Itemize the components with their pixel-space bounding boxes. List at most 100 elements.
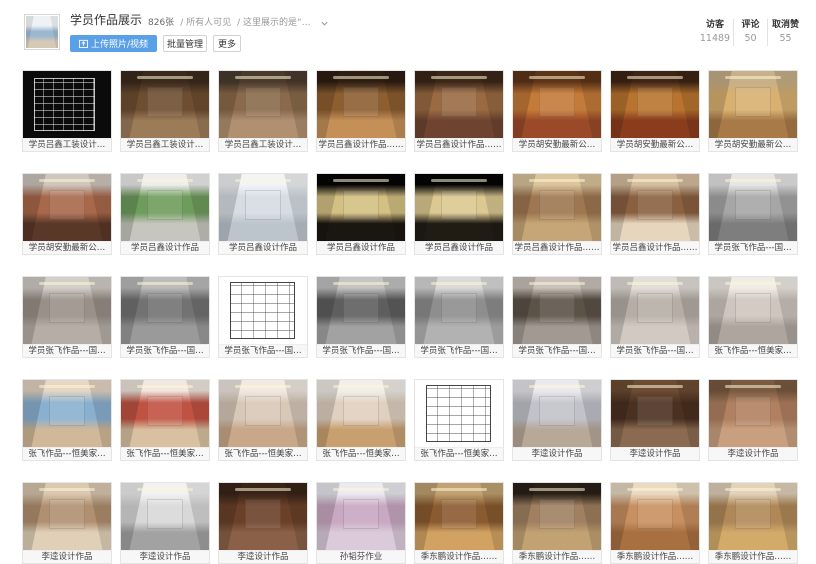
photo-caption: 学员张飞作品---国… xyxy=(23,344,111,357)
stat-likes-value: 55 xyxy=(779,33,792,44)
photo-tile[interactable]: 季东鹏设计作品…… xyxy=(512,482,602,564)
photo-tile[interactable]: 学员张飞作品---国… xyxy=(22,276,112,358)
photo-tile[interactable]: 学员吕鑫设计作品 xyxy=(120,173,210,255)
photo-thumbnail[interactable] xyxy=(709,483,797,550)
photo-thumbnail[interactable] xyxy=(709,380,797,447)
photo-tile[interactable]: 张飞作品---恒美家… xyxy=(218,379,308,461)
photo-thumbnail[interactable] xyxy=(23,174,111,241)
photo-tile[interactable]: 学员吕鑫设计作品…… xyxy=(512,173,602,255)
photo-thumbnail[interactable] xyxy=(23,71,111,138)
photo-thumbnail[interactable] xyxy=(513,483,601,550)
photo-thumbnail[interactable] xyxy=(513,380,601,447)
photo-thumbnail[interactable] xyxy=(709,277,797,344)
photo-thumbnail[interactable] xyxy=(415,483,503,550)
photo-tile[interactable]: 学员胡安勤最新公… xyxy=(22,173,112,255)
photo-tile[interactable]: 季东鹏设计作品…… xyxy=(414,482,504,564)
photo-thumbnail[interactable] xyxy=(611,277,699,344)
photo-thumbnail[interactable] xyxy=(121,174,209,241)
photo-tile[interactable]: 学员张飞作品---国… xyxy=(708,173,798,255)
photo-tile[interactable]: 孙韬芬作业 xyxy=(316,482,406,564)
photo-tile[interactable]: 学员吕鑫设计作品 xyxy=(414,173,504,255)
photo-tile[interactable]: 学员胡安勤最新公… xyxy=(512,70,602,152)
photo-caption: 学员吕鑫设计作品…… xyxy=(317,138,405,151)
photo-tile[interactable]: 张飞作品---恒美家… xyxy=(120,379,210,461)
photo-tile[interactable]: 学员胡安勤最新公… xyxy=(610,70,700,152)
photo-thumbnail[interactable] xyxy=(611,483,699,550)
photo-tile[interactable]: 张飞作品---恒美家… xyxy=(22,379,112,461)
photo-tile[interactable]: 学员吕鑫设计作品 xyxy=(218,173,308,255)
photo-thumbnail[interactable] xyxy=(121,71,209,138)
photo-tile[interactable]: 学员胡安勤最新公… xyxy=(708,70,798,152)
photo-tile[interactable]: 学员吕鑫设计作品 xyxy=(316,173,406,255)
photo-thumbnail[interactable] xyxy=(23,483,111,550)
more-button[interactable]: 更多 xyxy=(213,35,241,52)
upload-button-label: 上传照片/视频 xyxy=(90,40,149,50)
photo-caption: 张飞作品---恒美家… xyxy=(317,447,405,460)
chevron-down-icon[interactable] xyxy=(320,18,330,28)
photo-tile[interactable]: 李逵设计作品 xyxy=(120,482,210,564)
photo-caption: 学员胡安勤最新公… xyxy=(709,138,797,151)
photo-tile[interactable]: 学员张飞作品---国… xyxy=(414,276,504,358)
stat-comments-value: 50 xyxy=(744,33,757,44)
photo-thumbnail[interactable] xyxy=(219,277,307,344)
photo-tile[interactable]: 张飞作品---恒美家… xyxy=(316,379,406,461)
photo-thumbnail[interactable] xyxy=(121,380,209,447)
photo-thumbnail[interactable] xyxy=(317,483,405,550)
photo-tile[interactable]: 学员吕鑫设计作品…… xyxy=(610,173,700,255)
photo-tile[interactable]: 季东鹏设计作品…… xyxy=(610,482,700,564)
photo-thumbnail[interactable] xyxy=(513,174,601,241)
photo-thumbnail[interactable] xyxy=(317,174,405,241)
photo-caption: 学员胡安勤最新公… xyxy=(513,138,601,151)
photo-tile[interactable]: 学员张飞作品---国… xyxy=(610,276,700,358)
stat-likes[interactable]: 取消赞 55 xyxy=(767,19,803,46)
photo-caption: 学员吕鑫设计作品 xyxy=(317,241,405,254)
photo-thumbnail[interactable] xyxy=(317,277,405,344)
upload-button[interactable]: 上传照片/视频 xyxy=(70,35,157,52)
photo-thumbnail[interactable] xyxy=(219,174,307,241)
photo-thumbnail[interactable] xyxy=(611,71,699,138)
photo-tile[interactable]: 张飞作品---恒美家… xyxy=(414,379,504,461)
batch-manage-button[interactable]: 批量管理 xyxy=(163,35,207,52)
photo-tile[interactable]: 李逵设计作品 xyxy=(22,482,112,564)
photo-thumbnail[interactable] xyxy=(415,380,503,447)
photo-tile[interactable]: 学员张飞作品---国… xyxy=(218,276,308,358)
photo-thumbnail[interactable] xyxy=(415,71,503,138)
photo-thumbnail[interactable] xyxy=(317,380,405,447)
photo-thumbnail[interactable] xyxy=(121,483,209,550)
photo-tile[interactable]: 学员吕鑫工装设计… xyxy=(120,70,210,152)
photo-tile[interactable]: 李逵设计作品 xyxy=(610,379,700,461)
photo-thumbnail[interactable] xyxy=(23,277,111,344)
photo-thumbnail[interactable] xyxy=(219,483,307,550)
photo-tile[interactable]: 学员吕鑫设计作品…… xyxy=(316,70,406,152)
photo-tile[interactable]: 学员张飞作品---国… xyxy=(120,276,210,358)
photo-thumbnail[interactable] xyxy=(513,277,601,344)
photo-thumbnail[interactable] xyxy=(611,380,699,447)
photo-thumbnail[interactable] xyxy=(611,174,699,241)
photo-caption: 季东鹏设计作品…… xyxy=(415,550,503,563)
stat-visitors: 访客 11489 xyxy=(697,19,733,46)
photo-thumbnail[interactable] xyxy=(23,380,111,447)
photo-thumbnail[interactable] xyxy=(317,71,405,138)
photo-tile[interactable]: 李逵设计作品 xyxy=(218,482,308,564)
photo-thumbnail[interactable] xyxy=(513,71,601,138)
photo-thumbnail[interactable] xyxy=(709,174,797,241)
stat-comments[interactable]: 评论 50 xyxy=(733,19,767,46)
photo-tile[interactable]: 学员吕鑫工装设计… xyxy=(22,70,112,152)
photo-thumbnail[interactable] xyxy=(415,174,503,241)
photo-tile[interactable]: 学员吕鑫工装设计… xyxy=(218,70,308,152)
photo-thumbnail[interactable] xyxy=(219,380,307,447)
photo-tile[interactable]: 学员张飞作品---国… xyxy=(316,276,406,358)
photo-tile[interactable]: 季东鹏设计作品…… xyxy=(708,482,798,564)
photo-tile[interactable]: 学员吕鑫设计作品…… xyxy=(414,70,504,152)
album-actions: 上传照片/视频 批量管理 更多 xyxy=(70,35,241,52)
photo-tile[interactable]: 学员张飞作品---国… xyxy=(512,276,602,358)
photo-thumbnail[interactable] xyxy=(709,71,797,138)
photo-thumbnail[interactable] xyxy=(415,277,503,344)
photo-caption: 学员吕鑫设计作品…… xyxy=(611,241,699,254)
photo-tile[interactable]: 李逵设计作品 xyxy=(708,379,798,461)
photo-caption: 李逵设计作品 xyxy=(513,447,601,460)
photo-tile[interactable]: 李逵设计作品 xyxy=(512,379,602,461)
photo-tile[interactable]: 张飞作品---恒美家… xyxy=(708,276,798,358)
photo-thumbnail[interactable] xyxy=(219,71,307,138)
photo-thumbnail[interactable] xyxy=(121,277,209,344)
